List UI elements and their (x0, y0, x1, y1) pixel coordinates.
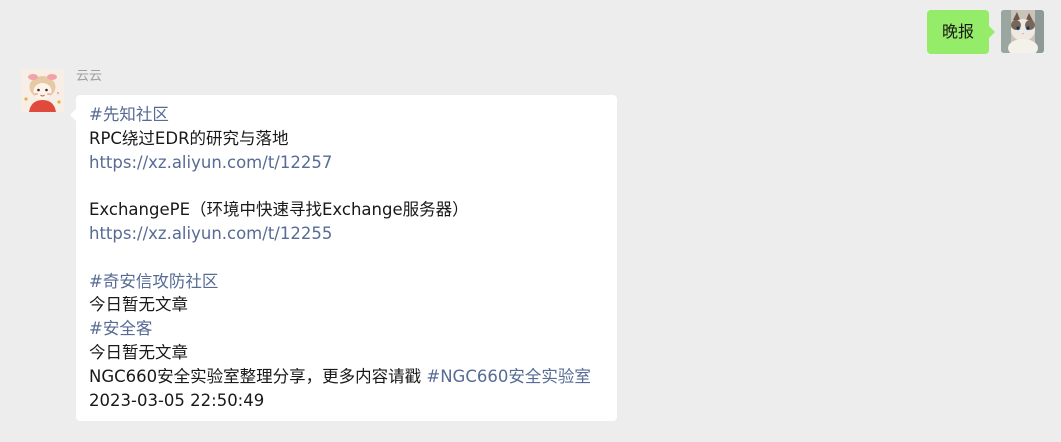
hashtag[interactable]: #先知社区 (89, 103, 605, 127)
outgoing-message: 晚报 (926, 10, 1044, 54)
cat-photo-icon (1001, 10, 1044, 53)
chat-window: 晚报 云云 #先知社区 RPC绕过EDR的研究与落地 https://xz.al… (0, 0, 1061, 442)
footer-text: NGC660安全实验室整理分享，更多内容请戳 (89, 366, 427, 386)
sender-name: 云云 (76, 69, 103, 84)
article-link[interactable]: https://xz.aliyun.com/t/12255 (89, 222, 605, 246)
footer-hashtag[interactable]: #NGC660安全实验室 (426, 367, 590, 386)
article-title: ExchangePE（环境中快速寻找Exchange服务器） (89, 200, 469, 220)
outgoing-text: 晚报 (941, 22, 974, 41)
cat-avatar-icon[interactable] (1001, 10, 1044, 53)
hashtag[interactable]: #奇安信攻防社区 (89, 270, 605, 294)
hashtag[interactable]: #安全客 (89, 317, 605, 341)
no-article-text: 今日暂无文章 (89, 342, 188, 362)
incoming-message: 云云 #先知社区 RPC绕过EDR的研究与落地 https://xz.aliyu… (21, 69, 617, 422)
outgoing-bubble[interactable]: 晚报 (926, 10, 996, 54)
incoming-message-body: 云云 #先知社区 RPC绕过EDR的研究与落地 https://xz.aliyu… (70, 69, 617, 422)
article-title: RPC绕过EDR的研究与落地 (89, 128, 289, 148)
no-article-text: 今日暂无文章 (89, 295, 188, 315)
footer-line: NGC660安全实验室整理分享，更多内容请戳 #NGC660安全实验室 (89, 365, 605, 389)
article-link[interactable]: https://xz.aliyun.com/t/12257 (89, 151, 605, 175)
cartoon-avatar-icon (21, 69, 64, 112)
incoming-bubble[interactable]: #先知社区 RPC绕过EDR的研究与落地 https://xz.aliyun.c… (70, 95, 617, 422)
cartoon-girl-avatar-icon[interactable] (21, 69, 64, 112)
timestamp: 2023-03-05 22:50:49 (89, 390, 265, 410)
